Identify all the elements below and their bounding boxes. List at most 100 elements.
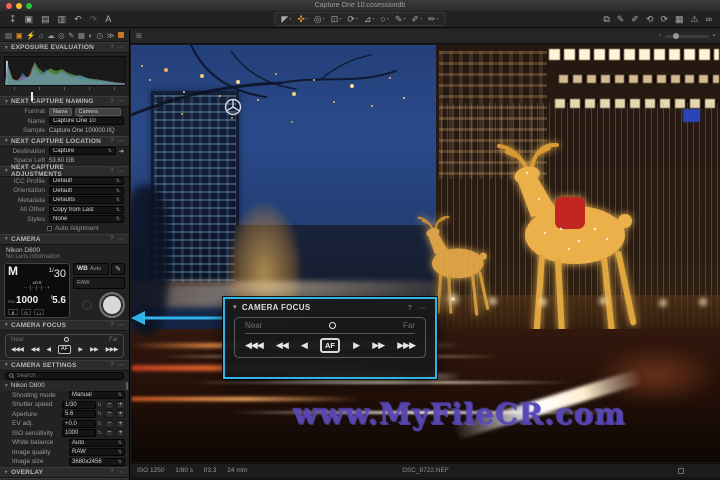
tab-adjustments-icon[interactable]: ◐ (89, 31, 94, 40)
token-name[interactable]: Name (49, 107, 72, 116)
next-capture-adjustments-header[interactable]: ▾ NEXT CAPTURE ADJUSTMENTS ? ⋯ (0, 164, 129, 178)
trash-icon[interactable]: ▥ (58, 12, 67, 26)
updown-icon[interactable]: ⇅ (96, 421, 103, 427)
auto-alignment-checkbox[interactable] (47, 226, 52, 232)
panel-menu-icon[interactable]: ⋯ (118, 236, 124, 243)
autofocus-button[interactable]: AF (57, 344, 71, 354)
help-icon[interactable]: ? (110, 322, 114, 328)
proof-view-icon[interactable]: ▦ (675, 12, 684, 26)
zoom-slider[interactable] (664, 32, 709, 39)
shutter-speed-value[interactable]: 1/30 (62, 400, 96, 409)
tab-metadata-icon[interactable]: ◷ (97, 31, 104, 40)
help-icon[interactable]: ? (110, 236, 114, 242)
focus-near-medium-button[interactable]: ◀◀ (31, 346, 40, 353)
shooting-mode-select[interactable]: Manual ⇅ (69, 391, 125, 400)
straighten-tool-icon[interactable]: ⊿▾ (364, 12, 375, 26)
icc-profile-select[interactable]: Default ⇅ (49, 177, 124, 186)
viewer-mode-icon[interactable]: ⊞ (136, 32, 142, 40)
focus-near-small-button[interactable]: ◀ (46, 346, 51, 353)
iso-plus-button[interactable]: + (116, 429, 125, 438)
pan-tool-icon[interactable]: ✜▾ (297, 12, 308, 26)
redo-icon[interactable]: ↷ (90, 12, 98, 26)
zoom-slider-knob[interactable] (672, 32, 679, 39)
help-icon[interactable]: ? (408, 303, 412, 312)
aperture-plus-button[interactable]: + (116, 410, 125, 419)
tether-link-icon[interactable]: ∞ (706, 12, 712, 26)
live-view-button[interactable] (82, 299, 92, 310)
panel-menu-icon[interactable]: ⋯ (118, 322, 124, 329)
shutter-minus-button[interactable]: − (105, 400, 114, 409)
updown-icon[interactable]: ⇅ (96, 430, 103, 436)
metadata-select[interactable]: Defaults ⇅ (49, 196, 124, 205)
help-icon[interactable]: ? (110, 99, 114, 105)
annotations-icon[interactable]: A (105, 12, 111, 26)
white-balance-box[interactable]: WB Auto (73, 262, 109, 275)
styles-select[interactable]: None ⇅ (49, 215, 124, 224)
focus-far-small-button[interactable]: ▶ (353, 340, 360, 351)
focus-far-medium-button[interactable]: ▶▶ (372, 340, 385, 351)
aperture-value[interactable]: 5.6 (62, 410, 96, 419)
rotate-ccw-icon[interactable]: ⟲ (646, 12, 654, 26)
draw-mask-tool-icon[interactable]: ✎▾ (395, 12, 406, 26)
focus-near-large-button[interactable]: ◀◀◀ (11, 346, 24, 353)
next-capture-location-header[interactable]: ▾ NEXT CAPTURE LOCATION ? ⋯ (0, 135, 129, 147)
focus-far-large-button[interactable]: ▶▶▶ (106, 346, 119, 353)
erase-mask-tool-icon[interactable]: ✐▾ (411, 12, 422, 26)
camera-settings-header[interactable]: ▾ CAMERA SETTINGS ? ⋯ (0, 359, 129, 371)
wb-pick-icon[interactable]: ✎ (111, 262, 125, 275)
search-input[interactable] (16, 372, 120, 379)
settings-search-field[interactable] (5, 371, 124, 380)
rotate-cw-icon[interactable]: ⟳ (660, 12, 668, 26)
exposure-marker[interactable] (30, 92, 33, 101)
panel-menu-icon[interactable]: ⋯ (118, 138, 124, 145)
rating-dots[interactable]: · · · · · (688, 468, 714, 474)
image-size-select[interactable]: 3680x2456 ⇅ (69, 457, 125, 466)
destination-select[interactable]: Capture ⇅ (49, 147, 116, 156)
pointer-tool-icon[interactable]: ◤▾ (281, 12, 291, 26)
file-format-box[interactable]: RAW (73, 276, 125, 289)
help-icon[interactable]: ? (110, 469, 114, 475)
autofocus-button[interactable]: AF (320, 338, 340, 353)
focus-far-small-button[interactable]: ▶ (78, 346, 83, 353)
zoom-in-icon[interactable]: ▪ (713, 33, 715, 39)
tab-lens-icon[interactable]: ◎ (58, 31, 65, 40)
camera-focus-header[interactable]: ▾ CAMERA FOCUS ? ⋯ (0, 319, 129, 331)
name-input[interactable]: Capture One 10 (49, 117, 124, 126)
tab-tether-icon[interactable]: ⚡ (26, 31, 35, 40)
loupe-tool-icon[interactable]: ◎▾ (314, 12, 325, 26)
copy-adjustments-icon[interactable]: ✎ (617, 12, 625, 26)
ev-plus-button[interactable]: + (116, 419, 125, 428)
scrollbar-thumb[interactable] (126, 381, 128, 390)
goto-folder-icon[interactable]: ➔ (119, 148, 124, 155)
help-icon[interactable]: ? (110, 138, 114, 144)
capture-icon[interactable]: ▣ (25, 12, 34, 26)
updown-icon[interactable]: ⇅ (96, 402, 103, 408)
panel-menu-icon[interactable]: ⋯ (118, 362, 124, 369)
tab-details-icon[interactable]: ▦ (78, 31, 85, 40)
tab-capture-icon[interactable]: ▣ (16, 31, 23, 40)
ev-adj-value[interactable]: +0.0 (62, 419, 96, 428)
panel-menu-icon[interactable]: ⋯ (118, 469, 124, 476)
focus-near-large-button[interactable]: ◀◀◀ (245, 340, 264, 351)
camera-focus-panel-header[interactable]: ▾ CAMERA FOCUS ? ⋯ (225, 299, 435, 315)
next-capture-naming-header[interactable]: ▾ NEXT CAPTURE NAMING ? ⋯ (0, 96, 129, 107)
focus-near-medium-button[interactable]: ◀◀ (276, 340, 289, 351)
iso-value[interactable]: 1000 (62, 429, 96, 438)
focus-far-medium-button[interactable]: ▶▶ (90, 346, 99, 353)
exposure-warning-icon[interactable]: ⚠ (691, 12, 699, 26)
panel-menu-icon[interactable]: ⋯ (118, 168, 124, 175)
overlay-header[interactable]: ▸ OVERLAY ? ⋯ (0, 466, 129, 478)
tab-exposure-icon[interactable]: ☁ (47, 31, 55, 40)
ev-minus-button[interactable]: − (105, 419, 114, 428)
image-quality-select[interactable]: RAW ⇅ (69, 448, 125, 457)
exposure-evaluation-header[interactable]: ▾ EXPOSURE EVALUATION ? ⋯ (0, 42, 129, 53)
tab-quick-icon[interactable]: ⌂ (39, 31, 44, 40)
focus-near-small-button[interactable]: ◀ (301, 340, 308, 351)
help-icon[interactable]: ? (110, 168, 114, 174)
white-balance-select[interactable]: Auto ⇅ (69, 438, 125, 447)
capture-shutter-button[interactable] (99, 291, 125, 318)
gradient-mask-tool-icon[interactable]: ✏▾ (428, 12, 439, 26)
settings-group-nikon-d800[interactable]: ▾ Nikon D800 (0, 380, 129, 391)
help-icon[interactable]: ? (110, 45, 114, 51)
camera-header[interactable]: ▾ CAMERA ? ⋯ (0, 233, 129, 245)
